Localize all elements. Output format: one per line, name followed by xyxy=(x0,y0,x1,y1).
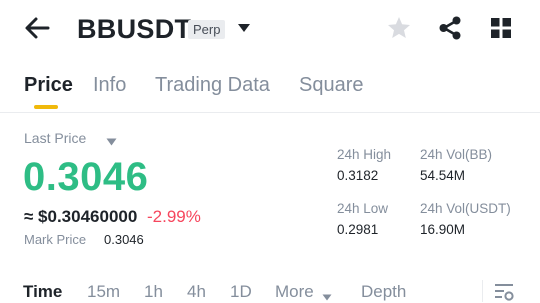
tab-trading-data[interactable]: Trading Data xyxy=(155,73,270,97)
perp-badge: Perp xyxy=(188,20,226,39)
interval-1h[interactable]: 1h xyxy=(144,282,163,302)
caret-down-icon xyxy=(322,294,332,301)
back-button[interactable] xyxy=(22,14,52,42)
last-price-value: 0.3046 xyxy=(23,155,149,199)
tabs-divider xyxy=(0,112,540,113)
vol-base-label: 24h Vol(BB) xyxy=(420,147,493,162)
mark-price-value: 0.3046 xyxy=(104,232,144,247)
vol-quote-label: 24h Vol(USDT) xyxy=(420,201,511,216)
star-icon xyxy=(388,17,410,38)
vol-quote-value: 16.90M xyxy=(420,222,466,237)
last-price-dropdown[interactable] xyxy=(106,133,117,146)
interval-15m[interactable]: 15m xyxy=(87,282,120,302)
interval-time[interactable]: Time xyxy=(23,282,62,302)
more-menu-button[interactable] xyxy=(489,16,513,40)
favorite-button[interactable] xyxy=(386,15,412,41)
last-price-label[interactable]: Last Price xyxy=(24,129,86,147)
back-arrow-icon xyxy=(25,17,50,39)
tab-info[interactable]: Info xyxy=(93,73,126,97)
chart-settings-icon xyxy=(495,284,514,301)
more-caret xyxy=(322,288,332,301)
interval-1d[interactable]: 1D xyxy=(230,282,252,302)
price-change-percent: -2.99% xyxy=(147,207,201,226)
symbol-title[interactable]: BBUSDT xyxy=(77,13,191,45)
tab-square[interactable]: Square xyxy=(299,73,364,97)
interval-depth[interactable]: Depth xyxy=(361,282,406,302)
interval-divider xyxy=(482,280,483,302)
high-label: 24h High xyxy=(337,147,392,162)
caret-down-icon xyxy=(106,138,117,146)
mark-price-label: Mark Price xyxy=(24,232,87,247)
interval-more[interactable]: More xyxy=(275,282,314,302)
grid-icon xyxy=(491,18,511,38)
share-button[interactable] xyxy=(437,15,463,41)
chart-settings-button[interactable] xyxy=(493,281,515,303)
symbol-dropdown-button[interactable] xyxy=(236,21,252,35)
usd-equivalent: ≈ $0.30460000 xyxy=(24,207,138,226)
caret-down-icon xyxy=(238,24,250,32)
share-icon xyxy=(439,16,461,40)
vol-base-value: 54.54M xyxy=(420,168,466,183)
high-value: 0.3182 xyxy=(337,168,379,183)
low-label: 24h Low xyxy=(337,201,389,216)
active-tab-indicator xyxy=(34,105,58,109)
low-value: 0.2981 xyxy=(337,222,379,237)
interval-4h[interactable]: 4h xyxy=(187,282,206,302)
tab-price[interactable]: Price xyxy=(24,73,73,97)
